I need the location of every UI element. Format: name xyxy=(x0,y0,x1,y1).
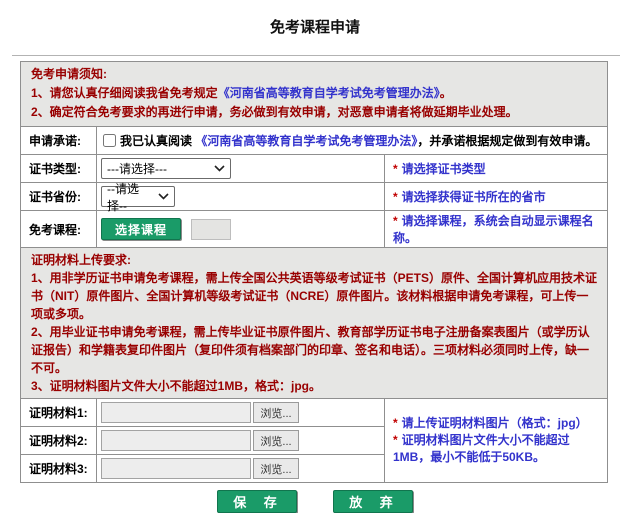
upload-req-item-3: 3、证明材料图片文件大小不能超过1MB，格式：jpg。 xyxy=(31,377,597,395)
material-3-file-input: 浏览... xyxy=(101,458,383,479)
cert-type-select[interactable]: ---请选择--- xyxy=(101,158,231,179)
material-2-file-path-field[interactable] xyxy=(101,430,251,451)
notice-item-2: 2、确定符合免考要求的再进行申请，务必做到有效申请，对恶意申请者将做延期毕业处理… xyxy=(31,103,597,122)
cert-province-cell: --请选择-- xyxy=(97,183,385,211)
required-asterisk: * xyxy=(393,416,398,430)
cert-province-select[interactable]: --请选择-- xyxy=(101,186,175,207)
cert-province-label: 证书省份: xyxy=(21,183,97,211)
cert-province-hint-text: 请选择获得证书所在的省市 xyxy=(402,190,546,204)
chevron-down-icon xyxy=(158,193,169,200)
promise-label: 申请承诺: xyxy=(21,127,97,155)
abandon-button[interactable]: 放 弃 xyxy=(333,490,413,513)
materials-hint-2-text: 证明材料图片文件大小不能超过1MB，最小不能低于50KB。 xyxy=(393,433,570,464)
course-name-box xyxy=(191,219,231,240)
cert-type-hint: * 请选择证书类型 xyxy=(385,155,608,183)
material-1-browse-button[interactable]: 浏览... xyxy=(253,402,299,423)
cert-type-label: 证书类型: xyxy=(21,155,97,183)
cert-type-hint-text: 请选择证书类型 xyxy=(402,162,486,176)
cert-province-select-value: --请选择-- xyxy=(107,180,152,214)
chevron-down-icon xyxy=(214,165,225,172)
materials-hint-line-1: * 请上传证明材料图片（格式：jpg） xyxy=(393,415,603,432)
cert-province-row: 证书省份: --请选择-- * 请选择获得证书所在的省市 xyxy=(21,183,608,211)
material-2-browse-button[interactable]: 浏览... xyxy=(253,430,299,451)
material-3-browse-button[interactable]: 浏览... xyxy=(253,458,299,479)
material-1-file-path-field[interactable] xyxy=(101,402,251,423)
material-1-label: 证明材料1: xyxy=(21,399,97,427)
exempt-course-row: 免考课程: 选择课程 *请选择课程，系统会自动显示课程名称。 xyxy=(21,211,608,248)
material-3-file-path-field[interactable] xyxy=(101,458,251,479)
exempt-course-hint-text: 请选择课程，系统会自动显示课程名称。 xyxy=(393,214,594,245)
promise-regulation-link[interactable]: 《河南省高等教育自学考试免考管理办法》 xyxy=(195,134,417,148)
application-form-table: 免考申请须知: 1、请您认真仔细阅读我省免考规定《河南省高等教育自学考试免考管理… xyxy=(20,61,608,483)
upload-req-item-1: 1、用非学历证书申请免考课程，需上传全国公共英语等级考试证书（PETS）原件、全… xyxy=(31,269,597,323)
material-2-label: 证明材料2: xyxy=(21,427,97,455)
required-asterisk: * xyxy=(393,433,398,447)
cert-province-hint: * 请选择获得证书所在的省市 xyxy=(385,183,608,211)
notice-item-1: 1、请您认真仔细阅读我省免考规定《河南省高等教育自学考试免考管理办法》。 xyxy=(31,84,597,103)
material-3-label: 证明材料3: xyxy=(21,455,97,483)
action-button-bar: 保 存 放 弃 xyxy=(0,490,630,513)
upload-req-heading: 证明材料上传要求: xyxy=(31,251,597,269)
exempt-course-label: 免考课程: xyxy=(21,211,97,248)
notice-item-1-suffix: 。 xyxy=(440,86,452,100)
promise-text-prefix: 我已认真阅读 xyxy=(120,134,195,148)
material-row-1: 证明材料1: 浏览... *请上传证明材料图片（格式：jpg） *证明材料图片文… xyxy=(21,399,608,427)
regulation-link[interactable]: 《河南省高等教育自学考试免考管理办法》 xyxy=(218,86,440,100)
material-2-file-input: 浏览... xyxy=(101,430,383,451)
material-2-cell: 浏览... xyxy=(97,427,385,455)
upload-requirements-section: 证明材料上传要求: 1、用非学历证书申请免考课程，需上传全国公共英语等级考试证书… xyxy=(21,248,608,399)
cert-type-cell: ---请选择--- xyxy=(97,155,385,183)
materials-hint-1-text: 请上传证明材料图片（格式：jpg） xyxy=(402,416,588,430)
required-asterisk: * xyxy=(393,214,398,228)
required-asterisk: * xyxy=(393,190,398,204)
choose-course-button[interactable]: 选择课程 xyxy=(101,218,181,240)
notice-item-1-text: 1、请您认真仔细阅读我省免考规定 xyxy=(31,86,218,100)
promise-text-suffix: ，并承诺根据规定做到有效申请。 xyxy=(417,134,597,148)
exempt-course-cell: 选择课程 xyxy=(97,211,385,248)
notice-heading: 免考申请须知: xyxy=(31,65,597,84)
notice-section: 免考申请须知: 1、请您认真仔细阅读我省免考规定《河南省高等教育自学考试免考管理… xyxy=(21,62,608,127)
promise-cell: 我已认真阅读 《河南省高等教育自学考试免考管理办法》，并承诺根据规定做到有效申请… xyxy=(97,127,608,155)
upload-req-item-2: 2、用毕业证书申请免考课程，需上传毕业证书原件图片、教育部学历证书电子注册备案表… xyxy=(31,323,597,377)
promise-checkbox[interactable] xyxy=(103,134,116,147)
material-1-cell: 浏览... xyxy=(97,399,385,427)
material-1-file-input: 浏览... xyxy=(101,402,383,423)
cert-type-row: 证书类型: ---请选择--- * 请选择证书类型 xyxy=(21,155,608,183)
notice-section-row: 免考申请须知: 1、请您认真仔细阅读我省免考规定《河南省高等教育自学考试免考管理… xyxy=(21,62,608,127)
promise-row: 申请承诺: 我已认真阅读 《河南省高等教育自学考试免考管理办法》，并承诺根据规定… xyxy=(21,127,608,155)
title-divider xyxy=(12,55,620,56)
page-title: 免考课程申请 xyxy=(0,0,630,37)
cert-type-select-value: ---请选择--- xyxy=(107,160,167,177)
exempt-course-hint: *请选择课程，系统会自动显示课程名称。 xyxy=(385,211,608,248)
required-asterisk: * xyxy=(393,162,398,176)
materials-hint: *请上传证明材料图片（格式：jpg） *证明材料图片文件大小不能超过1MB，最小… xyxy=(385,399,608,483)
material-3-cell: 浏览... xyxy=(97,455,385,483)
upload-requirements-row: 证明材料上传要求: 1、用非学历证书申请免考课程，需上传全国公共英语等级考试证书… xyxy=(21,248,608,399)
materials-hint-line-2: *证明材料图片文件大小不能超过1MB，最小不能低于50KB。 xyxy=(393,432,603,466)
save-button[interactable]: 保 存 xyxy=(217,490,297,513)
